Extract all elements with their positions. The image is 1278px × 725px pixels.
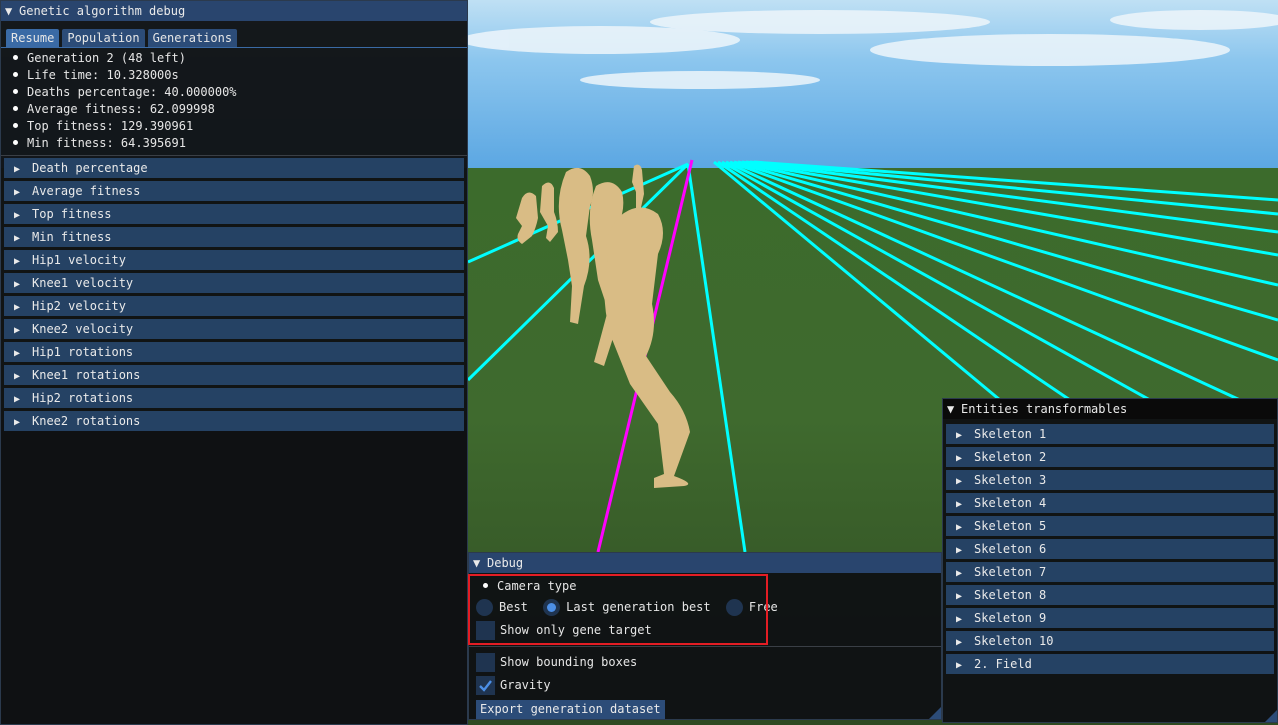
- entity-skeleton-1[interactable]: ▶ Skeleton 1: [946, 424, 1274, 444]
- gravity-checkbox[interactable]: [476, 676, 495, 695]
- export-row: Export generation dataset: [469, 697, 941, 721]
- bullet-icon: [13, 89, 18, 94]
- entities-window-title: Entities transformables: [961, 402, 1128, 416]
- expand-arrow-icon: ▶: [14, 394, 21, 405]
- stat-average-fitness: Average fitness: 62.099998: [1, 101, 467, 118]
- ga-stats-list: Generation 2 (48 left) Life time: 10.328…: [1, 48, 467, 152]
- ga-tab-bar: Resume Population Generations: [1, 21, 467, 48]
- entities-window[interactable]: ▼ Entities transformables ▶ Skeleton 1 ▶ Sk…: [942, 398, 1278, 723]
- section-knee1-rotations[interactable]: ▶ Knee1 rotations: [4, 365, 464, 385]
- genetic-algorithm-window[interactable]: ▼ Genetic algorithm debug Resume Populati…: [0, 0, 468, 725]
- bullet-icon: [13, 140, 18, 145]
- expand-arrow-icon: ▶: [14, 417, 21, 428]
- section-top-fitness[interactable]: ▶ Top fitness: [4, 204, 464, 224]
- expand-arrow-icon: ▶: [956, 591, 963, 602]
- expand-arrow-icon: ▶: [14, 256, 21, 267]
- bullet-icon: [13, 55, 18, 60]
- bullet-icon: [13, 123, 18, 128]
- entities-window-title-bar[interactable]: ▼ Entities transformables: [943, 399, 1277, 419]
- entity-skeleton-7[interactable]: ▶ Skeleton 7: [946, 562, 1274, 582]
- section-knee2-rotations[interactable]: ▶ Knee2 rotations: [4, 411, 464, 431]
- expand-arrow-icon: ▶: [14, 233, 21, 244]
- entities-list: ▶ Skeleton 1 ▶ Skeleton 2 ▶ Skeleton 3 ▶ Ske…: [943, 419, 1277, 674]
- expand-arrow-icon: ▶: [14, 187, 21, 198]
- tab-population[interactable]: Population: [62, 29, 145, 47]
- bullet-icon: [13, 72, 18, 77]
- export-generation-dataset-button[interactable]: Export generation dataset: [476, 700, 665, 719]
- expand-arrow-icon: ▶: [956, 522, 963, 533]
- show-bounding-boxes-row[interactable]: Show bounding boxes: [469, 651, 941, 674]
- expand-arrow-icon: ▶: [956, 476, 963, 487]
- ga-window-title-bar[interactable]: ▼ Genetic algorithm debug: [1, 1, 467, 21]
- stat-min-fitness: Min fitness: 64.395691: [1, 135, 467, 152]
- expand-arrow-icon: ▶: [956, 430, 963, 441]
- section-hip2-velocity[interactable]: ▶ Hip2 velocity: [4, 296, 464, 316]
- section-knee2-velocity[interactable]: ▶ Knee2 velocity: [4, 319, 464, 339]
- stat-top-fitness: Top fitness: 129.390961: [1, 118, 467, 135]
- expand-arrow-icon: ▶: [956, 453, 963, 464]
- section-hip1-rotations[interactable]: ▶ Hip1 rotations: [4, 342, 464, 362]
- entity-skeleton-4[interactable]: ▶ Skeleton 4: [946, 493, 1274, 513]
- debug-window-title-bar[interactable]: ▼ Debug: [469, 553, 941, 573]
- stat-generation: Generation 2 (48 left): [1, 50, 467, 67]
- gravity-row[interactable]: Gravity: [469, 674, 941, 697]
- ga-window-title: Genetic algorithm debug: [19, 4, 186, 18]
- section-min-fitness[interactable]: ▶ Min fitness: [4, 227, 464, 247]
- ga-sections: ▶ Death percentage ▶ Average fitness ▶ Top …: [1, 158, 467, 431]
- expand-arrow-icon: ▶: [956, 660, 963, 671]
- expand-arrow-icon: ▶: [14, 302, 21, 313]
- expand-arrow-icon: ▶: [956, 499, 963, 510]
- highlight-box: [468, 574, 768, 645]
- expand-arrow-icon: ▶: [956, 637, 963, 648]
- debug-window-title: Debug: [487, 556, 524, 570]
- tab-resume[interactable]: Resume: [6, 29, 60, 47]
- show-bounding-boxes-checkbox[interactable]: [476, 653, 495, 672]
- collapse-triangle-icon[interactable]: ▼: [947, 399, 961, 419]
- entity-skeleton-9[interactable]: ▶ Skeleton 9: [946, 608, 1274, 628]
- collapse-triangle-icon[interactable]: ▼: [473, 553, 487, 573]
- section-death-percentage[interactable]: ▶ Death percentage: [4, 158, 464, 178]
- section-hip2-rotations[interactable]: ▶ Hip2 rotations: [4, 388, 464, 408]
- expand-arrow-icon: ▶: [956, 568, 963, 579]
- tab-generations[interactable]: Generations: [147, 29, 238, 47]
- checkmark-icon: [479, 680, 492, 692]
- resize-grip[interactable]: [1265, 710, 1277, 722]
- stat-deaths-percentage: Deaths percentage: 40.000000%: [1, 84, 467, 101]
- entity-skeleton-3[interactable]: ▶ Skeleton 3: [946, 470, 1274, 490]
- divider: [1, 155, 467, 156]
- entity-skeleton-6[interactable]: ▶ Skeleton 6: [946, 539, 1274, 559]
- expand-arrow-icon: ▶: [14, 371, 21, 382]
- bullet-icon: [13, 106, 18, 111]
- entity-skeleton-8[interactable]: ▶ Skeleton 8: [946, 585, 1274, 605]
- resize-grip[interactable]: [929, 707, 941, 719]
- entity-skeleton-10[interactable]: ▶ Skeleton 10: [946, 631, 1274, 651]
- collapse-triangle-icon[interactable]: ▼: [5, 1, 19, 21]
- stat-life-time: Life time: 10.328000s: [1, 67, 467, 84]
- expand-arrow-icon: ▶: [14, 325, 21, 336]
- divider: [469, 646, 941, 647]
- section-hip1-velocity[interactable]: ▶ Hip1 velocity: [4, 250, 464, 270]
- expand-arrow-icon: ▶: [14, 348, 21, 359]
- expand-arrow-icon: ▶: [956, 545, 963, 556]
- expand-arrow-icon: ▶: [14, 279, 21, 290]
- section-average-fitness[interactable]: ▶ Average fitness: [4, 181, 464, 201]
- entity-skeleton-2[interactable]: ▶ Skeleton 2: [946, 447, 1274, 467]
- expand-arrow-icon: ▶: [956, 614, 963, 625]
- expand-arrow-icon: ▶: [14, 210, 21, 221]
- expand-arrow-icon: ▶: [14, 164, 21, 175]
- entity-field[interactable]: ▶ 2. Field: [946, 654, 1274, 674]
- entity-skeleton-5[interactable]: ▶ Skeleton 5: [946, 516, 1274, 536]
- section-knee1-velocity[interactable]: ▶ Knee1 velocity: [4, 273, 464, 293]
